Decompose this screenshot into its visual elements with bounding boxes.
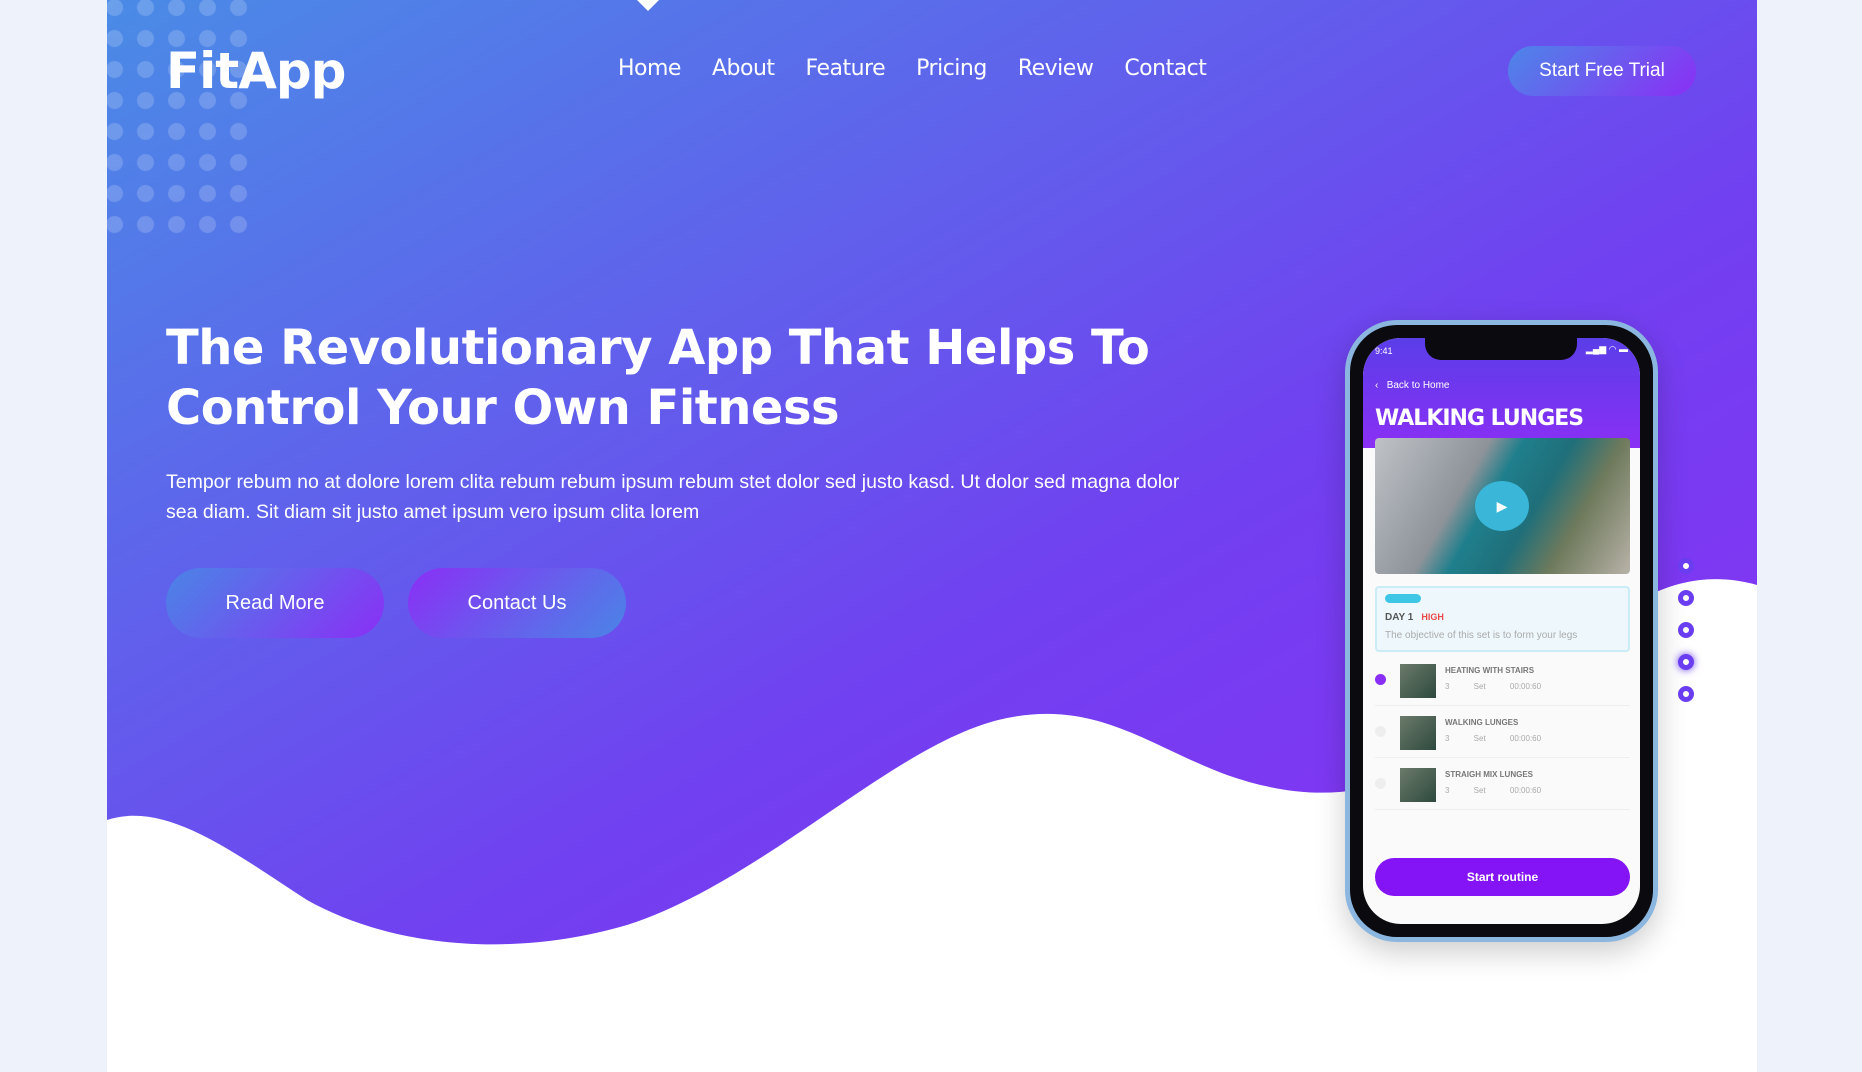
level-label: HIGH [1421,612,1444,622]
nav-feature[interactable]: Feature [806,56,886,81]
exercise-item: HEATING WITH STAIRS 3 Set 00:00:60 [1375,658,1630,706]
workout-video-thumbnail: ▶ [1375,438,1630,574]
day-label: DAY 1 [1385,612,1414,623]
pager-dot[interactable] [1678,622,1694,638]
exercise-item: WALKING LUNGES 3 Set 00:00:60 [1375,710,1630,758]
phone-notch [1425,338,1577,360]
phone-screen: 9:41 ▂▄▆ ◠ ▬ ‹ Back to Home WALKING LUNG… [1363,338,1640,924]
pager-dot-active[interactable] [1678,654,1694,670]
exercise-thumbnail [1400,664,1436,698]
status-time: 9:41 [1375,346,1393,356]
chevron-left-icon: ‹ [1375,380,1379,391]
exercise-item: STRAIGH MIX LUNGES 3 Set 00:00:60 [1375,762,1630,810]
workout-title: WALKING LUNGES [1375,406,1584,431]
nav-contact[interactable]: Contact [1124,56,1207,81]
start-free-trial-button[interactable]: Start Free Trial [1508,46,1696,96]
play-icon: ▶ [1475,481,1529,531]
read-more-button[interactable]: Read More [166,568,384,638]
phone-mockup: 9:41 ▂▄▆ ◠ ▬ ‹ Back to Home WALKING LUNG… [1345,320,1658,942]
signal-wifi-battery-icon: ▂▄▆ ◠ ▬ [1585,344,1628,354]
logo[interactable]: FitApp [166,42,346,100]
tag-badge [1385,594,1421,603]
nav-pricing[interactable]: Pricing [916,56,987,81]
hero-section: FitApp Home About Feature Pricing Review… [107,0,1757,1072]
pager-dot[interactable] [1678,590,1694,606]
pager-dot[interactable] [1678,558,1694,574]
main-nav: Home About Feature Pricing Review Contac… [618,56,1207,81]
pager-dot[interactable] [1678,686,1694,702]
hero-text: Tempor rebum no at dolore lorem clita re… [166,471,1180,523]
workout-info-card: DAY 1 HIGH The objective of this set is t… [1375,586,1630,652]
objective-text: The objective of this set is to form you… [1385,630,1578,641]
start-routine-button: Start routine [1375,858,1630,896]
carousel-pager [1678,558,1694,702]
exercise-thumbnail [1400,716,1436,750]
nav-about[interactable]: About [712,56,775,81]
dot-pattern [107,0,257,240]
hero-title: The Revolutionary App That Helps To Cont… [166,320,1150,436]
nav-review[interactable]: Review [1018,56,1094,81]
contact-us-button[interactable]: Contact Us [408,568,626,638]
caret-icon [637,0,659,11]
exercise-thumbnail [1400,768,1436,802]
back-link: ‹ Back to Home [1375,380,1450,391]
nav-home[interactable]: Home [618,56,681,81]
